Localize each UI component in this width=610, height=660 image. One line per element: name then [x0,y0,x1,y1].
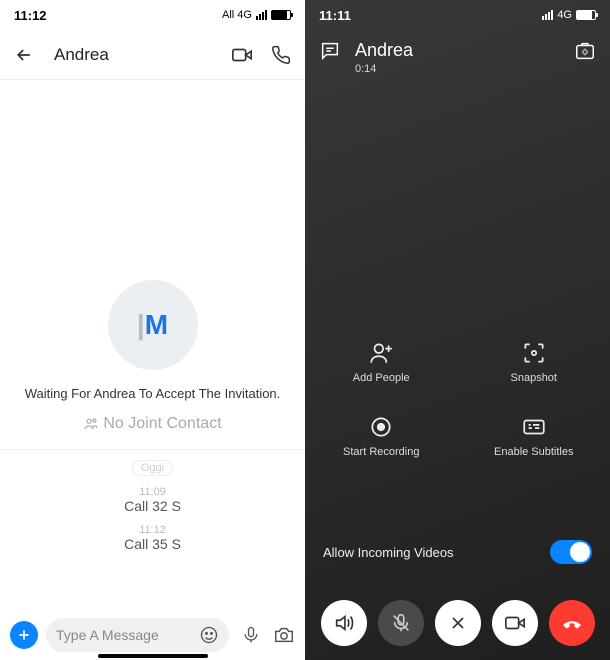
mute-button[interactable] [378,600,424,646]
home-indicator [98,654,208,658]
switch-camera-icon[interactable] [574,40,596,62]
status-time: 11:11 [319,8,351,23]
emoji-icon[interactable] [199,625,219,645]
voice-call-icon[interactable] [271,45,291,65]
call-header: Andrea 0:14 [305,30,610,75]
incoming-video-toggle-row: Allow Incoming Videos [305,540,610,564]
chat-body: | M Waiting For Andrea To Accept The Inv… [0,80,305,552]
add-people-button[interactable]: Add People [305,340,458,384]
chat-title: Andrea [54,45,213,65]
message-placeholder: Type A Message [56,627,195,643]
call-title: Andrea [355,40,574,61]
status-net: All 4G [222,9,252,21]
call-record: 11:12 Call 35 S [124,524,181,552]
video-call-icon[interactable] [231,44,253,66]
contacts-icon [83,416,99,432]
call-actions: Add People Snapshot Start Recording Enab… [305,340,610,458]
chat-bubble-icon[interactable] [319,40,341,62]
message-input[interactable]: Type A Message [46,618,229,652]
speaker-button[interactable] [321,600,367,646]
call-duration: 0:14 [355,63,574,75]
status-right: All 4G [222,9,291,21]
camera-icon[interactable] [273,624,295,646]
signal-icon [542,10,553,20]
close-button[interactable] [435,600,481,646]
add-button[interactable] [10,621,38,649]
incoming-video-toggle[interactable] [550,540,592,564]
waiting-text: Waiting For Andrea To Accept The Invitat… [25,386,281,401]
end-call-button[interactable] [549,600,595,646]
enable-subtitles-button[interactable]: Enable Subtitles [458,414,610,458]
divider [0,449,305,450]
video-toggle-button[interactable] [492,600,538,646]
signal-icon [256,10,267,20]
status-bar: 11:12 All 4G [0,0,305,30]
start-recording-button[interactable]: Start Recording [305,414,458,458]
status-right: 4G [542,9,596,21]
status-net: 4G [557,9,572,21]
call-controls [305,600,610,646]
snapshot-button[interactable]: Snapshot [458,340,610,384]
message-input-bar: Type A Message [0,618,305,652]
no-joint-contact: No Joint Contact [83,415,221,433]
incoming-video-label: Allow Incoming Videos [323,545,550,560]
chat-header: Andrea [0,30,305,80]
status-time: 11:12 [14,8,47,23]
call-screen: 11:11 4G Andrea 0:14 Add People Snapshot [305,0,610,660]
day-label: Oggi [132,460,173,476]
avatar: | M [108,280,198,370]
battery-icon [271,10,291,20]
battery-icon [576,10,596,20]
back-icon[interactable] [14,45,34,65]
status-bar: 11:11 4G [305,0,610,30]
mic-icon[interactable] [241,625,261,645]
call-record: 11:09 Call 32 S [124,486,181,514]
chat-screen: 11:12 All 4G Andrea | M Waiting For Andr… [0,0,305,660]
